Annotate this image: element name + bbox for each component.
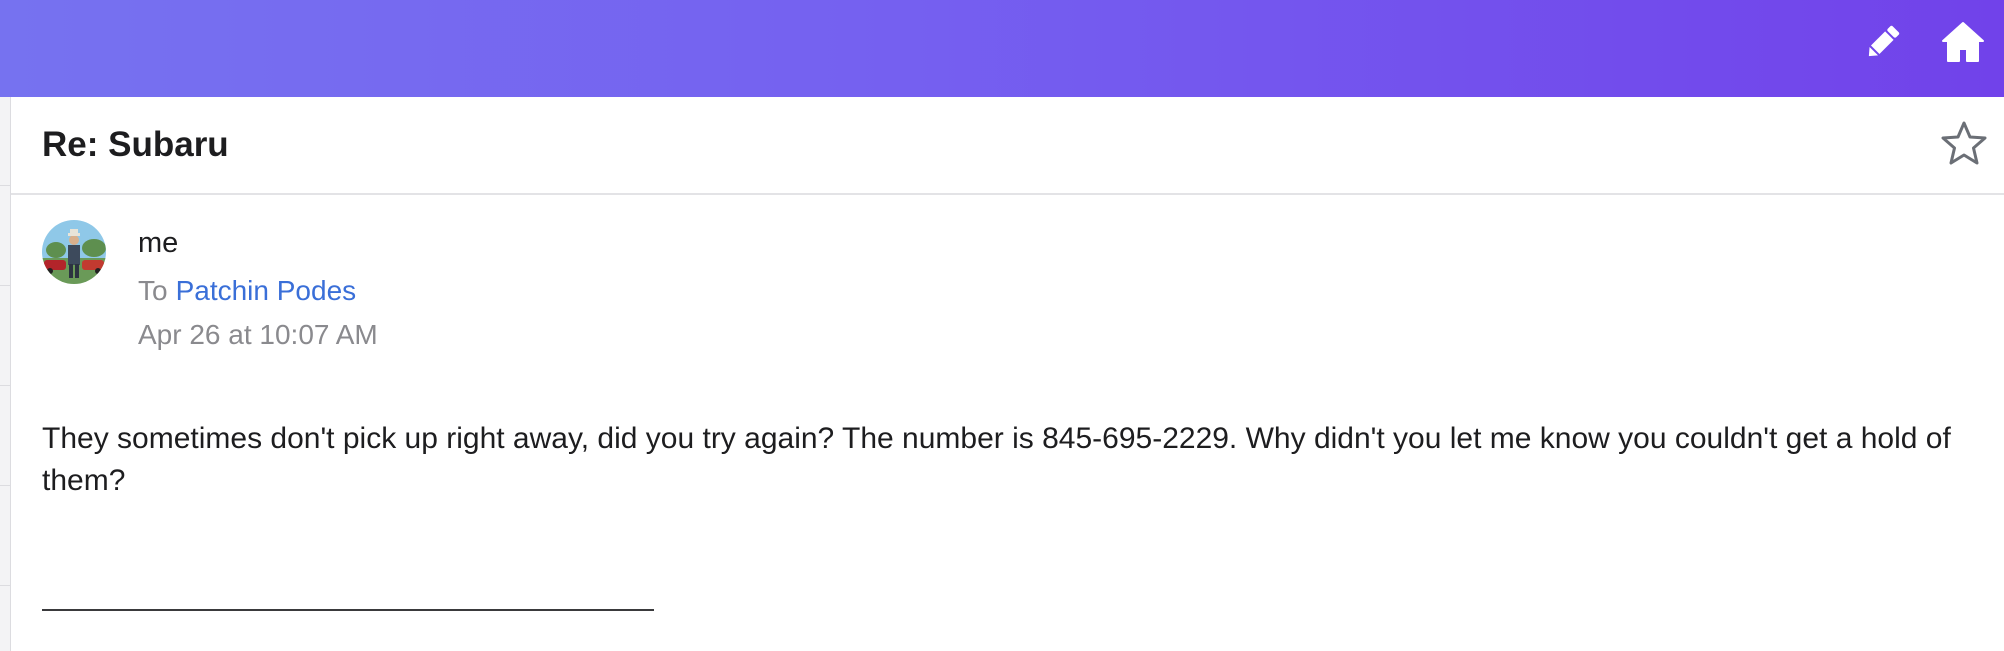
message-list-edge	[0, 97, 11, 651]
sender-avatar[interactable]	[42, 220, 106, 284]
avatar-image	[42, 220, 106, 284]
message-header: Re: Subaru	[11, 97, 2004, 195]
message-subject: Re: Subaru	[42, 125, 229, 164]
signature-divider	[42, 609, 654, 611]
recipient-line: To Patchin Podes	[138, 275, 356, 307]
message-date: Apr 26 at 10:07 AM	[138, 319, 378, 350]
home-icon	[1942, 22, 1984, 62]
star-button[interactable]	[1938, 117, 1990, 169]
message-body: They sometimes don't pick up right away,…	[42, 422, 1951, 497]
sender-name: me	[138, 227, 179, 259]
app-header-bar	[0, 0, 2004, 97]
pencil-icon	[1868, 25, 1900, 57]
recipient-link[interactable]: Patchin Podes	[176, 275, 357, 306]
star-outline-icon	[1941, 121, 1987, 165]
to-label: To	[138, 275, 168, 306]
home-button[interactable]	[1939, 18, 1987, 66]
compose-button[interactable]	[1859, 18, 1907, 66]
